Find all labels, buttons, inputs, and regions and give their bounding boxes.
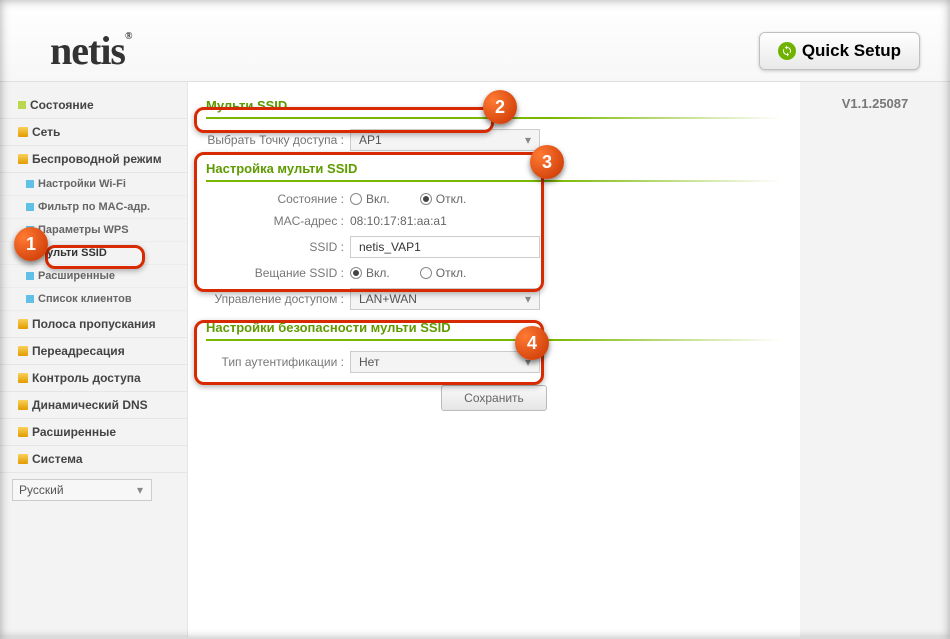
sidebar: Состояние Сеть Беспроводной режим Настро… [0, 82, 188, 637]
bullet-icon [26, 295, 34, 303]
sidebar-item-network[interactable]: Сеть [0, 119, 187, 146]
section-title-multi-ssid: Мульти SSID [206, 92, 782, 117]
ap-select[interactable]: AP1 [350, 129, 540, 151]
state-on-radio[interactable]: Вкл. [350, 192, 390, 206]
sidebar-sub-mac-filter[interactable]: Фильтр по MAC-адр. [0, 196, 187, 219]
refresh-icon [778, 42, 796, 60]
section-title-security: Настройки безопасности мульти SSID [206, 314, 782, 339]
main-content: Мульти SSID Выбрать Точку доступа : AP1 … [188, 82, 800, 637]
sidebar-sub-wps[interactable]: Параметры WPS [0, 219, 187, 242]
sidebar-item-label: Контроль доступа [32, 371, 141, 385]
sidebar-item-label: Параметры WPS [38, 224, 129, 236]
mac-value: 08:10:17:81:aa:a1 [350, 214, 447, 228]
expand-icon [18, 427, 28, 437]
quick-setup-button[interactable]: Quick Setup [759, 32, 920, 70]
access-select[interactable]: LAN+WAN [350, 288, 540, 310]
radio-label: Вкл. [366, 266, 390, 280]
sidebar-item-label: Состояние [30, 98, 94, 112]
row-ap-select: Выбрать Точку доступа : AP1 [206, 125, 782, 155]
ssid-input[interactable] [350, 236, 540, 258]
bullet-icon [26, 226, 34, 234]
auth-label: Тип аутентификации : [206, 355, 350, 369]
header: netis Quick Setup [0, 0, 950, 82]
row-access: Управление доступом : LAN+WAN [206, 284, 782, 314]
expand-icon [18, 127, 28, 137]
row-auth: Тип аутентификации : Нет [206, 347, 782, 377]
expand-icon [18, 454, 28, 464]
divider [206, 180, 782, 182]
radio-icon [350, 267, 362, 279]
broadcast-label: Вещание SSID : [206, 266, 350, 280]
expand-icon [18, 346, 28, 356]
radio-icon [350, 193, 362, 205]
language-select[interactable]: Русский [12, 479, 152, 501]
sidebar-item-wireless[interactable]: Беспроводной режим [0, 146, 187, 173]
layout: Состояние Сеть Беспроводной режим Настро… [0, 82, 950, 637]
sidebar-sub-advanced[interactable]: Расширенные [0, 265, 187, 288]
sidebar-item-system[interactable]: Система [0, 446, 187, 473]
radio-icon [420, 193, 432, 205]
divider [206, 339, 782, 341]
ap-select-label: Выбрать Точку доступа : [206, 133, 350, 147]
row-state: Состояние : Вкл. Откл. [206, 188, 782, 210]
expand-icon [18, 319, 28, 329]
quick-setup-label: Quick Setup [802, 41, 901, 61]
mac-label: MAC-адрес : [206, 214, 350, 228]
broadcast-off-radio[interactable]: Откл. [420, 266, 467, 280]
auth-select[interactable]: Нет [350, 351, 540, 373]
sidebar-item-ddns[interactable]: Динамический DNS [0, 392, 187, 419]
sidebar-item-access-control[interactable]: Контроль доступа [0, 365, 187, 392]
access-label: Управление доступом : [206, 292, 350, 306]
broadcast-on-radio[interactable]: Вкл. [350, 266, 390, 280]
divider [206, 117, 782, 119]
sidebar-item-label: Фильтр по MAC-адр. [38, 201, 150, 213]
logo: netis [50, 27, 131, 74]
sidebar-item-status[interactable]: Состояние [0, 92, 187, 119]
expand-icon [18, 373, 28, 383]
state-label: Состояние : [206, 192, 350, 206]
sidebar-item-label: Система [32, 452, 83, 466]
radio-label: Откл. [436, 266, 467, 280]
sidebar-item-label: Мульти SSID [38, 247, 107, 259]
bullet-icon [18, 101, 26, 109]
sidebar-item-label: Расширенные [32, 425, 116, 439]
sidebar-item-bandwidth[interactable]: Полоса пропускания [0, 311, 187, 338]
sidebar-sub-clients[interactable]: Список клиентов [0, 288, 187, 311]
sidebar-item-label: Переадресация [32, 344, 125, 358]
row-mac: MAC-адрес : 08:10:17:81:aa:a1 [206, 210, 782, 232]
bullet-icon [26, 180, 34, 188]
radio-label: Откл. [436, 192, 467, 206]
sidebar-item-label: Сеть [32, 125, 60, 139]
version-label: V1.1.25087 [800, 82, 950, 637]
section-title-config: Настройка мульти SSID [206, 155, 782, 180]
expand-icon [18, 400, 28, 410]
sidebar-item-label: Динамический DNS [32, 398, 148, 412]
save-button[interactable]: Сохранить [441, 385, 547, 411]
state-off-radio[interactable]: Откл. [420, 192, 467, 206]
ssid-label: SSID : [206, 240, 350, 254]
sidebar-item-label: Настройки Wi-Fi [38, 178, 126, 190]
row-ssid: SSID : [206, 232, 782, 262]
sidebar-item-forwarding[interactable]: Переадресация [0, 338, 187, 365]
sidebar-sub-wifi-settings[interactable]: Настройки Wi-Fi [0, 173, 187, 196]
row-broadcast: Вещание SSID : Вкл. Откл. [206, 262, 782, 284]
sidebar-item-label: Беспроводной режим [32, 152, 162, 166]
bullet-icon [26, 203, 34, 211]
bullet-icon [26, 249, 34, 257]
sidebar-sub-multi-ssid[interactable]: Мульти SSID [0, 242, 187, 265]
sidebar-item-label: Список клиентов [38, 293, 132, 305]
radio-label: Вкл. [366, 192, 390, 206]
radio-icon [420, 267, 432, 279]
sidebar-item-adv[interactable]: Расширенные [0, 419, 187, 446]
sidebar-item-label: Расширенные [38, 270, 115, 282]
bullet-icon [26, 272, 34, 280]
expand-icon [18, 154, 28, 164]
sidebar-item-label: Полоса пропускания [32, 317, 156, 331]
